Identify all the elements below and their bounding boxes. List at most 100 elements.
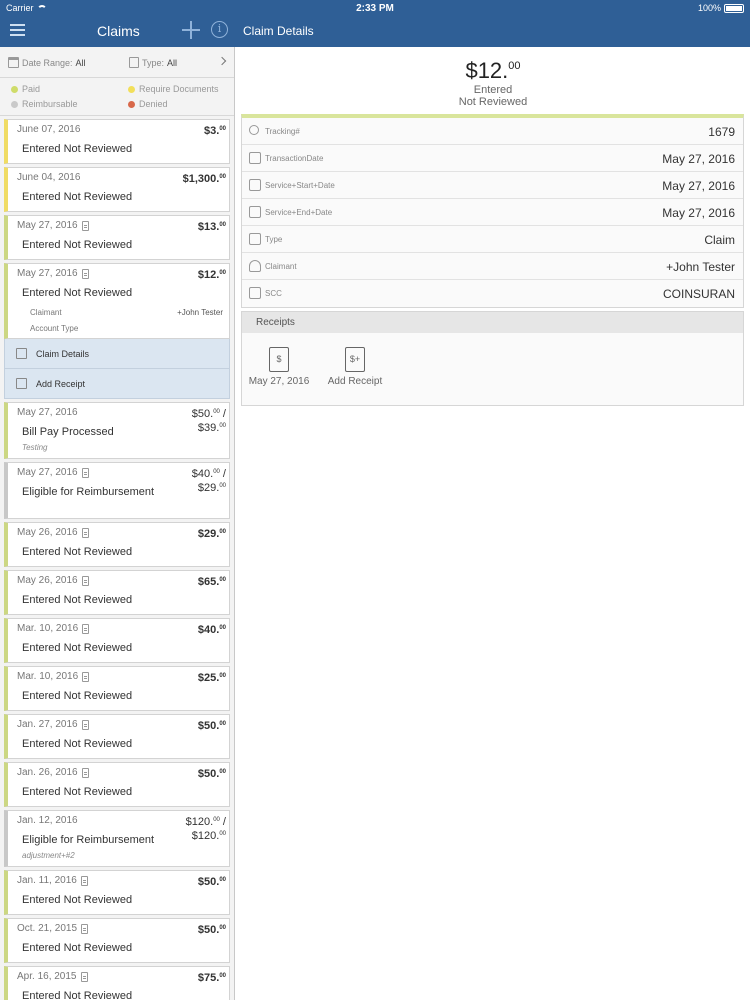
receipts-section: Receipts $ May 27, 2016 $+ Add Receipt [241,311,744,406]
detail-value: May 27, 2016 [662,152,735,166]
type-value: All [167,57,178,68]
claim-status: Entered Not Reviewed [22,642,133,654]
status-time: 2:33 PM [356,3,394,14]
detail-row: TransactionDate May 27, 2016 [242,145,743,172]
claim-list-item[interactable]: Jan. 26, 2016 Entered Not Reviewed $50.00 [4,762,230,807]
claim-list-item[interactable]: Jan. 11, 2016 Entered Not Reviewed $50.00 [4,870,230,915]
claim-amount: $50.00 [197,924,226,936]
claim-list-item[interactable]: June 07, 2016 Entered Not Reviewed $3.00 [4,119,230,164]
claim-list-item[interactable]: May 27, 2016 Bill Pay Processed $50.00 /$3… [4,402,230,459]
account-type-label: Account Type [30,324,79,333]
claim-amount: $29.00 [197,528,226,540]
receipt-icon [80,875,88,886]
receipt-tile[interactable]: $ May 27, 2016 [248,347,310,387]
date-range-filter[interactable]: Date Range: All [8,57,86,68]
claim-amount: $25.00 [197,672,226,684]
claim-status: Entered Not Reviewed [22,546,133,558]
claim-date: Mar. 10, 2016 [17,671,90,682]
detail-row: Service+End+Date May 27, 2016 [242,199,743,226]
tag-icon [249,233,261,245]
receipt-icon [80,971,88,982]
claim-note: adjustment+#2 [22,851,75,860]
claim-date: Oct. 21, 2015 [17,923,89,934]
claim-amount: $50.00 [197,876,226,888]
detail-label: Claimant [265,262,297,271]
claim-list-item[interactable]: May 27, 2016 Entered Not Reviewed $13.00 [4,215,230,260]
legend-label: Require Documents [139,84,219,94]
claim-list-item[interactable]: May 27, 2016 Eligible for Reimbursement $4… [4,462,230,519]
receipt-icon [81,467,89,478]
claim-status: Entered Not Reviewed [22,143,133,155]
legend-label: Paid [22,84,41,94]
receipt-icon [81,767,89,778]
person-icon [249,260,261,272]
claim-status: Entered Not Reviewed [22,786,133,798]
detail-label: SCC [265,289,282,298]
info-icon[interactable]: i [211,21,228,38]
paid-dot-icon [11,85,18,93]
action-label: Add Receipt [36,379,86,389]
claim-details-action[interactable]: Claim Details [4,339,230,369]
claim-amount: $50.00 [197,720,226,732]
claim-list-item[interactable]: May 27, 2016 Entered Not Reviewed $12.00 Cl… [4,263,230,339]
status-legend: Paid Require Documents Reimbursable Deni… [0,78,234,116]
detail-label: Service+Start+Date [265,181,335,190]
nav-title: Claims [97,23,140,39]
claim-detail-panel: $12.00 Entered Not Reviewed Tracking# 167… [236,47,750,1000]
detail-row: Service+Start+Date May 27, 2016 [242,172,743,199]
action-label: Claim Details [36,349,90,359]
detail-label: Tracking# [265,127,300,136]
claim-status: Entered Not Reviewed [22,239,133,251]
add-receipt-tile[interactable]: $+ Add Receipt [324,347,386,387]
menu-icon[interactable] [10,24,25,37]
claim-list-item[interactable]: Apr. 16, 2015 Entered Not Reviewed $75.00 [4,966,230,1000]
add-claim-icon[interactable] [182,21,200,39]
calendar-icon [249,152,261,164]
claim-list-item[interactable]: May 26, 2016 Entered Not Reviewed $29.00 [4,522,230,567]
claim-list-item[interactable]: Mar. 10, 2016 Entered Not Reviewed $25.00 [4,666,230,711]
claim-amount: $120.00 /$120.00 [185,816,226,842]
detail-label: Service+End+Date [265,208,333,217]
claim-amount: $50.00 [197,768,226,780]
battery-icon [724,3,744,13]
claim-date: Jan. 11, 2016 [17,875,88,886]
status-bar: Carrier 2:33 PM 100% [0,0,750,16]
claim-list-item[interactable]: May 26, 2016 Entered Not Reviewed $65.00 [4,570,230,615]
add-receipt-label: Add Receipt [327,376,383,387]
claim-detail-card: Tracking# 1679 TransactionDate May 27, 2016… [241,114,744,308]
require-documents-dot-icon [128,85,135,93]
claim-note: Testing [22,443,48,452]
legend-reimbursable: Reimbursable [11,99,78,109]
claim-status: Entered Not Reviewed [22,738,133,750]
claim-list-item[interactable]: Mar. 10, 2016 Entered Not Reviewed $40.00 [4,618,230,663]
receipt-document-icon: $ [269,347,289,372]
claims-list-panel: Date Range: All Type: All Paid Require Doc… [0,47,235,1000]
claim-status: Bill Pay Processed [22,426,114,438]
claim-list-item[interactable]: Oct. 21, 2015 Entered Not Reviewed $50.00 [4,918,230,963]
receipt-icon [16,378,27,389]
claim-list-item[interactable]: Jan. 12, 2016 Eligible for Reimbursement $… [4,810,230,867]
receipts-header: Receipts [242,312,743,333]
type-filter[interactable]: Type: All [129,57,177,68]
claim-status: Eligible for Reimbursement [22,834,155,846]
detail-value: Claim [704,233,735,247]
claim-date: Jan. 26, 2016 [17,767,89,778]
claim-amount: $1,300.00 [182,173,226,185]
claim-list-item[interactable]: Jan. 27, 2016 Entered Not Reviewed $50.00 [4,714,230,759]
top-bar: Carrier 2:33 PM 100% Claims i Claim Deta… [0,0,750,47]
detail-title: Claim Details [243,24,314,38]
chevron-right-icon[interactable] [217,56,227,66]
claim-date: May 27, 2016 [17,220,89,231]
add-receipt-action[interactable]: Add Receipt [4,369,230,399]
detail-value: 1679 [708,125,735,139]
detail-value: +John Tester [666,260,735,274]
detail-value: May 27, 2016 [662,179,735,193]
claim-date: May 26, 2016 [17,575,89,586]
receipt-tile-label: May 27, 2016 [248,376,310,387]
claim-amount: $75.00 [197,972,226,984]
claim-list-item[interactable]: June 04, 2016 Entered Not Reviewed $1,300.… [4,167,230,212]
claim-amount: $3.00 [204,125,226,137]
claim-status: Entered Not Reviewed [22,942,133,954]
denied-dot-icon [128,100,135,108]
legend-paid: Paid [11,84,40,94]
